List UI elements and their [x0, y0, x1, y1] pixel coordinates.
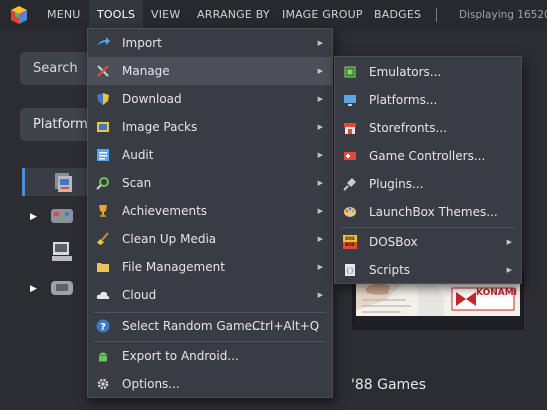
- submenu-arrow-icon: ▶: [317, 235, 323, 243]
- handheld-console-icon[interactable]: [50, 278, 74, 298]
- submenu-arrow-icon: ▶: [317, 39, 323, 47]
- tree-item-selected[interactable]: [22, 168, 92, 196]
- palette-icon: [344, 207, 356, 217]
- menu-item-emulators[interactable]: Emulators...: [335, 58, 521, 86]
- manage-submenu: Emulators... Platforms... Storefronts...…: [334, 56, 522, 284]
- menu-item-cloud[interactable]: Cloud ▶: [88, 281, 332, 309]
- menubar: MENU TOOLS VIEW ARRANGE BY IMAGE GROUP B…: [0, 0, 547, 30]
- storefront-icon: [344, 123, 356, 134]
- submenu-arrow-icon: ▶: [317, 67, 323, 75]
- cover-logo-text: KONAMI: [476, 288, 518, 298]
- menu-item-audit[interactable]: Audit ▶: [88, 141, 332, 169]
- trophy-icon: [99, 205, 107, 217]
- menu-item-image-packs[interactable]: Image Packs ▶: [88, 113, 332, 141]
- menu-item-manage[interactable]: Manage ▶: [88, 57, 332, 85]
- submenu-arrow-icon: ▶: [317, 263, 323, 271]
- menu-item-dosbox[interactable]: DOS BOX DOSBox ▶: [335, 228, 521, 256]
- gear-icon: [97, 378, 109, 390]
- chip-icon: [344, 66, 356, 78]
- tools-menu: Import ▶ Manage ▶ Download ▶ Image Packs…: [87, 28, 333, 398]
- menu-badges[interactable]: BADGES: [374, 0, 421, 30]
- submenu-arrow-icon: ▶: [317, 151, 323, 159]
- menu-tools[interactable]: TOOLS: [89, 0, 144, 30]
- tree-expand-arrow-2[interactable]: ▶: [30, 284, 37, 294]
- game-controller-icon: [344, 152, 356, 160]
- scan-magnifier-icon: [96, 177, 109, 190]
- menu-item-scripts[interactable]: {} Scripts ▶: [335, 256, 521, 284]
- menu-item-achievements[interactable]: Achievements ▶: [88, 197, 332, 225]
- submenu-arrow-icon: ▶: [317, 207, 323, 215]
- menu-item-import[interactable]: Import ▶: [88, 29, 332, 57]
- computer-icon[interactable]: [50, 240, 74, 264]
- menu-item-plugins[interactable]: Plugins...: [335, 170, 521, 198]
- arcade-stack-icon: [55, 173, 72, 192]
- tree-expand-arrow[interactable]: ▶: [30, 212, 37, 222]
- android-icon: [99, 352, 107, 362]
- audit-icon: [97, 149, 109, 161]
- console-icon[interactable]: [50, 206, 74, 226]
- menu-item-export-android[interactable]: Export to Android...: [88, 342, 332, 370]
- menu-item-download[interactable]: Download ▶: [88, 85, 332, 113]
- menu-item-game-controllers[interactable]: Game Controllers...: [335, 142, 521, 170]
- submenu-arrow-icon: ▶: [317, 95, 323, 103]
- menu-image-group[interactable]: IMAGE GROUP: [282, 0, 363, 30]
- plug-icon: [343, 178, 356, 191]
- menu-view[interactable]: VIEW: [151, 0, 180, 30]
- broom-icon: [97, 232, 109, 245]
- script-icon: {}: [345, 264, 355, 276]
- submenu-arrow-icon: ▶: [506, 266, 512, 274]
- menu-arrange-by[interactable]: ARRANGE BY: [197, 0, 270, 30]
- wrench-screwdriver-icon: [97, 65, 109, 77]
- menubar-divider: [436, 8, 437, 22]
- svg-text:?: ?: [100, 322, 106, 333]
- shield-download-icon: [97, 93, 109, 105]
- menu-item-file-management[interactable]: File Management ▶: [88, 253, 332, 281]
- import-arrow-icon: [97, 37, 110, 46]
- submenu-arrow-icon: ▶: [317, 123, 323, 131]
- monitor-icon: [344, 95, 356, 106]
- menu-menu[interactable]: MENU: [47, 0, 81, 30]
- game-title[interactable]: '88 Games: [351, 377, 426, 393]
- svg-text:{}: {}: [346, 267, 354, 275]
- status-text: Displaying 16520 o: [459, 9, 547, 21]
- image-pack-icon: [97, 122, 109, 132]
- shortcut-text: Ctrl+Alt+Q: [252, 319, 320, 333]
- submenu-arrow-icon: ▶: [317, 291, 323, 299]
- menu-item-launchbox-themes[interactable]: LaunchBox Themes...: [335, 198, 521, 226]
- launchbox-logo-icon[interactable]: [9, 5, 29, 25]
- folder-icon: [97, 263, 109, 272]
- menu-item-clean-up-media[interactable]: Clean Up Media ▶: [88, 225, 332, 253]
- submenu-arrow-icon: ▶: [317, 179, 323, 187]
- submenu-arrow-icon: ▶: [506, 238, 512, 246]
- question-mark-icon: ?: [96, 319, 110, 333]
- menu-item-options[interactable]: Options...: [88, 370, 332, 398]
- menu-item-storefronts[interactable]: Storefronts...: [335, 114, 521, 142]
- menu-item-platforms[interactable]: Platforms...: [335, 86, 521, 114]
- cloud-icon: [96, 291, 110, 299]
- menu-item-scan[interactable]: Scan ▶: [88, 169, 332, 197]
- menu-item-select-random-game[interactable]: ? Select Random Game... Ctrl+Alt+Q: [88, 312, 332, 340]
